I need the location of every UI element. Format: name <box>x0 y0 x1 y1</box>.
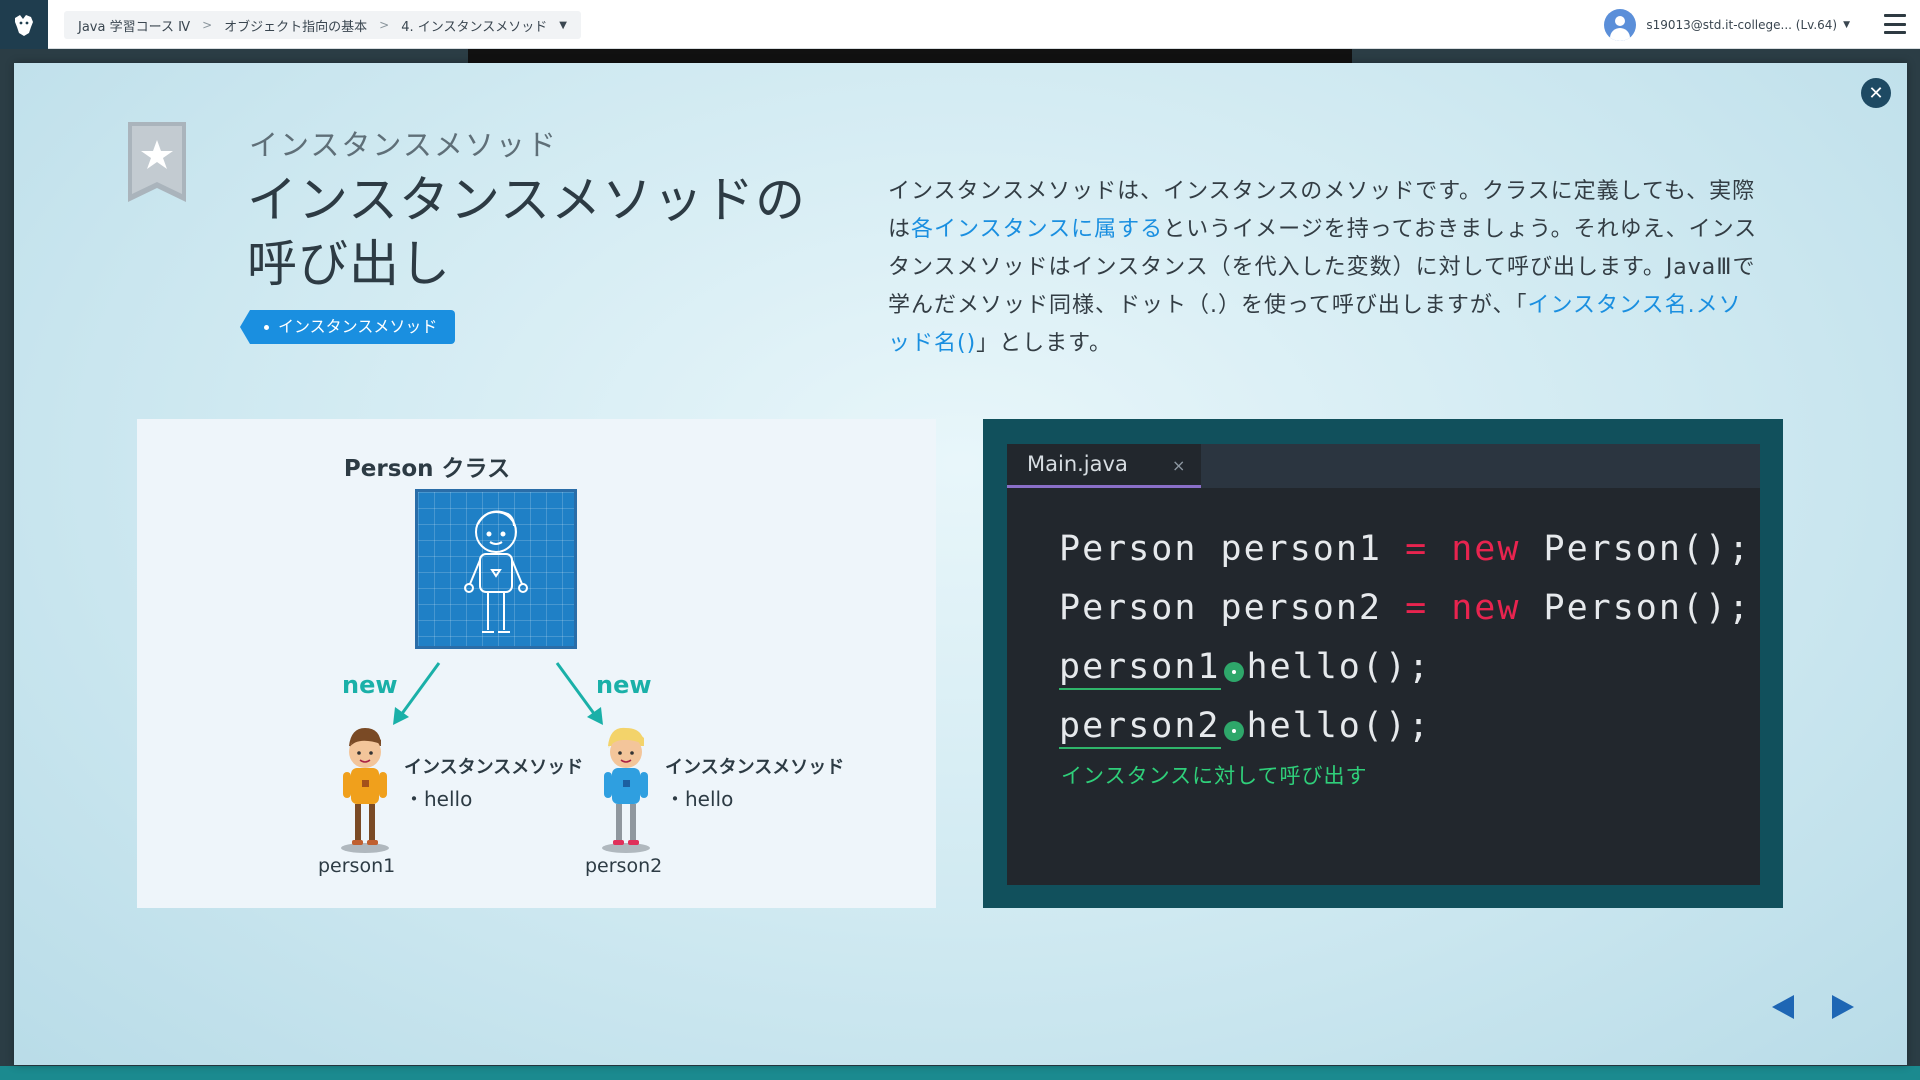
code-text: Person person2 <box>1059 588 1406 628</box>
top-bar: Java 学習コース Ⅳ > オブジェクト指向の基本 > 4. インスタンスメソ… <box>0 0 1920 49</box>
next-arrow-icon[interactable] <box>1832 995 1854 1019</box>
topic-tag[interactable]: インスタンスメソッド <box>239 310 456 344</box>
user-menu[interactable]: s19013@std.it-college... (Lv.64) ▼ <box>1604 9 1850 41</box>
background-video-strip <box>468 49 1352 63</box>
code-keyword: new <box>1428 529 1521 569</box>
slide-title-line2: 呼び出し <box>247 235 451 293</box>
tab-main-java[interactable]: Main.java × <box>1007 444 1201 488</box>
breadcrumb: Java 学習コース Ⅳ > オブジェクト指向の基本 > 4. インスタンスメソ… <box>64 11 581 39</box>
tag-dot-icon <box>264 325 269 330</box>
desc-text-3: 」とします。 <box>976 331 1112 356</box>
code-text: Person(); <box>1520 588 1752 628</box>
code-variable: person1 <box>1059 647 1221 690</box>
tab-label: Main.java <box>1027 452 1128 476</box>
slide-title-line1: インスタンスメソッドの <box>247 171 806 229</box>
dot-highlight-icon <box>1223 721 1244 741</box>
code-editor: Main.java × Person person1 = new Person(… <box>1007 444 1760 885</box>
code-line-2: Person person2 = new Person(); <box>1059 588 1751 628</box>
person1-method: ・hello <box>404 787 473 811</box>
code-line-3: person1 hello(); <box>1059 647 1432 690</box>
hamburger-menu-icon[interactable] <box>1884 14 1906 34</box>
person1-caption: インスタンスメソッド <box>404 757 584 778</box>
diagram-title: Person クラス <box>343 456 511 482</box>
breadcrumb-lesson[interactable]: 4. インスタンスメソッド <box>401 16 547 35</box>
code-operator: = <box>1405 529 1429 569</box>
chevron-right-icon: > <box>379 18 390 32</box>
class-blueprint-image <box>415 489 577 649</box>
code-operator: = <box>1405 588 1429 628</box>
person2-name: person2 <box>585 855 663 877</box>
prev-arrow-icon[interactable] <box>1772 995 1794 1019</box>
new-label-left: new <box>342 671 398 699</box>
chevron-right-icon: > <box>202 18 213 32</box>
chevron-down-icon[interactable]: ▼ <box>1843 20 1850 30</box>
person2-method: ・hello <box>665 787 734 811</box>
code-line-4: person2 hello(); <box>1059 706 1432 749</box>
code-line-1: Person person1 = new Person(); <box>1059 529 1751 569</box>
slide-description: インスタンスメソッドは、インスタンスのメソッドです。クラスに定義しても、実際は各… <box>888 173 1758 363</box>
chevron-down-icon[interactable]: ▼ <box>559 20 567 31</box>
avatar[interactable] <box>1604 9 1637 41</box>
editor-tab-bar: Main.java × <box>1007 444 1760 488</box>
slide-title: インスタンスメソッドの 呼び出し <box>247 168 807 296</box>
person2-character-image <box>602 727 650 853</box>
slide-subtitle: インスタンスメソッド <box>249 128 558 162</box>
logo-icon[interactable] <box>0 0 48 49</box>
user-label[interactable]: s19013@std.it-college... (Lv.64) <box>1646 18 1837 32</box>
breadcrumb-chapter[interactable]: オブジェクト指向の基本 <box>224 16 367 35</box>
code-keyword: new <box>1428 588 1521 628</box>
code-text: hello(); <box>1246 647 1432 687</box>
code-variable: person2 <box>1059 706 1221 749</box>
person2-caption: インスタンスメソッド <box>665 757 845 778</box>
breadcrumb-course[interactable]: Java 学習コース Ⅳ <box>78 16 190 35</box>
code-text: Person(); <box>1520 529 1752 569</box>
code-panel: Main.java × Person person1 = new Person(… <box>983 419 1783 908</box>
bookmark-star-icon[interactable] <box>128 122 186 202</box>
class-instance-diagram: Person クラス new new インスタンスメソッド ・hello per… <box>137 419 936 908</box>
dot-highlight-icon <box>1223 662 1244 682</box>
code-annotation: インスタンスに対して呼び出す <box>1061 764 1368 788</box>
background-progress-strip <box>0 1066 1920 1080</box>
code-text: Person person1 <box>1059 529 1406 569</box>
person1-character-image <box>341 728 389 853</box>
topic-tag-label: インスタンスメソッド <box>278 317 438 336</box>
close-tab-icon[interactable]: × <box>1172 456 1185 475</box>
code-text: hello(); <box>1246 706 1432 746</box>
close-icon[interactable]: ✕ <box>1861 78 1891 108</box>
person1-name: person1 <box>318 855 396 877</box>
new-label-right: new <box>596 671 652 699</box>
desc-highlight-1: 各インスタンスに属する <box>911 217 1164 242</box>
